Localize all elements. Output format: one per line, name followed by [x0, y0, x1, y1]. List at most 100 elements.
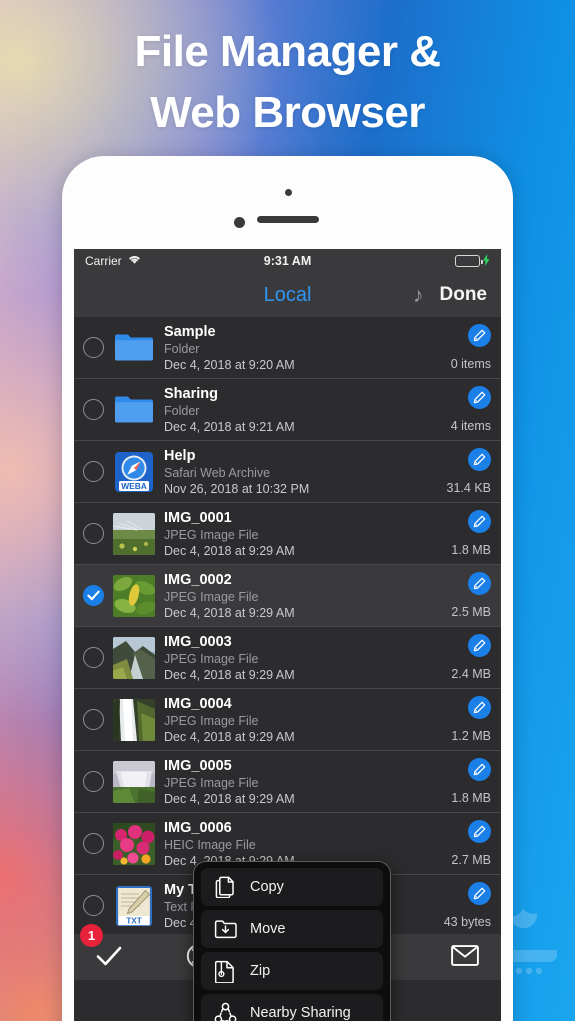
context-menu-item-copy[interactable]: Copy: [201, 868, 383, 906]
file-row-right: 4 items: [399, 385, 491, 434]
row-checkbox[interactable]: [83, 647, 104, 668]
move-folder-icon: [213, 918, 237, 940]
phone-screen: Carrier 9:31 AM Local ♪ Done Sample Fold…: [74, 249, 501, 1021]
file-row-right: 43 bytes: [399, 881, 491, 930]
row-edit-button[interactable]: [468, 385, 491, 409]
row-edit-button[interactable]: [468, 509, 491, 533]
zip-file-icon: [213, 960, 237, 983]
file-name: IMG_0001: [164, 509, 232, 526]
file-row-sharing[interactable]: Sharing Folder Dec 4, 2018 at 9:21 AM 4 …: [74, 379, 501, 441]
row-checkbox[interactable]: [83, 833, 104, 854]
photo-thumbnail-falls: [113, 760, 155, 803]
file-size: 2.5 MB: [451, 604, 491, 619]
front-camera-icon: [233, 217, 245, 228]
file-name: IMG_0002: [164, 571, 232, 588]
svg-text:TXT: TXT: [126, 916, 141, 925]
file-meta: Help Safari Web Archive Nov 26, 2018 at …: [164, 447, 399, 497]
carrier-label: Carrier: [85, 254, 122, 268]
file-row-img-0004[interactable]: IMG_0004 JPEG Image File Dec 4, 2018 at …: [74, 689, 501, 751]
file-kind: JPEG Image File: [164, 775, 259, 790]
file-row-right: 31.4 KB: [399, 447, 491, 496]
status-bar: Carrier 9:31 AM: [74, 249, 501, 273]
nearby-sharing-icon: [213, 1002, 237, 1021]
row-checkbox[interactable]: [83, 709, 104, 730]
lightning-bolt-icon: [483, 253, 490, 269]
context-menu-item-label: Zip: [250, 963, 271, 979]
earpiece-speaker-icon: [256, 216, 319, 223]
file-name: IMG_0006: [164, 819, 232, 836]
context-menu-item-move[interactable]: Move: [201, 910, 383, 948]
row-checkbox[interactable]: [83, 585, 104, 606]
row-edit-button[interactable]: [468, 447, 491, 471]
file-name: Sample: [164, 323, 216, 340]
file-name: IMG_0003: [164, 633, 232, 650]
context-menu-item-label: Copy: [250, 879, 284, 895]
copy-icon: [213, 876, 237, 898]
context-menu-item-nearby-sharing[interactable]: Nearby Sharing: [201, 994, 383, 1021]
photo-thumbnail-waterfall: [113, 698, 155, 741]
file-name: Help: [164, 447, 196, 464]
file-kind: HEIC Image File: [164, 837, 256, 852]
file-kind: JPEG Image File: [164, 651, 259, 666]
file-date: Dec 4, 2018 at 9:20 AM: [164, 357, 295, 372]
file-row-img-0005[interactable]: IMG_0005 JPEG Image File Dec 4, 2018 at …: [74, 751, 501, 813]
row-checkbox[interactable]: [83, 523, 104, 544]
file-date: Nov 26, 2018 at 10:32 PM: [164, 481, 310, 496]
svg-text:WEBA: WEBA: [121, 481, 147, 491]
row-checkbox[interactable]: [83, 337, 104, 358]
file-meta: Sample Folder Dec 4, 2018 at 9:20 AM: [164, 323, 399, 373]
music-note-icon[interactable]: ♪: [413, 285, 424, 306]
file-meta: IMG_0005 JPEG Image File Dec 4, 2018 at …: [164, 757, 399, 807]
file-kind: JPEG Image File: [164, 713, 259, 728]
row-edit-button[interactable]: [468, 323, 491, 347]
file-meta: IMG_0004 JPEG Image File Dec 4, 2018 at …: [164, 695, 399, 745]
file-date: Dec 4, 2018 at 9:29 AM: [164, 729, 295, 744]
context-menu-item-zip[interactable]: Zip: [201, 952, 383, 990]
phone-mockup: Carrier 9:31 AM Local ♪ Done Sample Fold…: [62, 156, 513, 1021]
file-list[interactable]: Sample Folder Dec 4, 2018 at 9:20 AM 0 i…: [74, 317, 501, 934]
file-size: 2.7 MB: [451, 852, 491, 867]
file-row-img-0002[interactable]: IMG_0002 JPEG Image File Dec 4, 2018 at …: [74, 565, 501, 627]
file-row-help[interactable]: WEBA Help Safari Web Archive Nov 26, 201…: [74, 441, 501, 503]
context-menu[interactable]: Copy Move Zip Nearby Sharing Open in Sav…: [193, 861, 391, 1021]
file-row-img-0003[interactable]: IMG_0003 JPEG Image File Dec 4, 2018 at …: [74, 627, 501, 689]
selection-count-badge: 1: [80, 924, 103, 947]
row-edit-button[interactable]: [468, 695, 491, 719]
text-file-icon: TXT: [113, 885, 155, 927]
row-checkbox[interactable]: [83, 771, 104, 792]
row-edit-button[interactable]: [468, 819, 491, 843]
envelope-icon: [451, 945, 479, 969]
row-edit-button[interactable]: [468, 633, 491, 657]
mail-button[interactable]: [451, 945, 479, 969]
wifi-icon: [127, 254, 142, 268]
battery-icon: [455, 255, 483, 267]
select-all-button[interactable]: [96, 945, 122, 970]
file-name: IMG_0004: [164, 695, 232, 712]
row-checkbox[interactable]: [83, 895, 104, 916]
row-edit-button[interactable]: [468, 757, 491, 781]
promo-headline-line-1: File Manager &: [134, 27, 441, 76]
checkmark-icon: [96, 945, 122, 970]
file-name: Sharing: [164, 385, 218, 402]
file-size: 0 items: [450, 356, 491, 371]
context-menu-item-label: Nearby Sharing: [250, 1005, 351, 1021]
file-size: 1.2 MB: [451, 728, 491, 743]
file-size: 2.4 MB: [451, 666, 491, 681]
file-name: IMG_0005: [164, 757, 232, 774]
photo-thumbnail-flowers: [113, 822, 155, 865]
file-meta: IMG_0001 JPEG Image File Dec 4, 2018 at …: [164, 509, 399, 559]
file-row-sample[interactable]: Sample Folder Dec 4, 2018 at 9:20 AM 0 i…: [74, 317, 501, 379]
file-size: 43 bytes: [443, 914, 491, 929]
file-kind: Folder: [164, 403, 200, 418]
file-kind: JPEG Image File: [164, 527, 259, 542]
row-edit-button[interactable]: [468, 881, 491, 905]
file-row-right: 2.4 MB: [399, 633, 491, 682]
folder-icon: [113, 389, 155, 431]
row-checkbox[interactable]: [83, 399, 104, 420]
file-size: 1.8 MB: [451, 542, 491, 557]
done-button[interactable]: Done: [440, 284, 488, 306]
file-row-img-0001[interactable]: IMG_0001 JPEG Image File Dec 4, 2018 at …: [74, 503, 501, 565]
row-checkbox[interactable]: [83, 461, 104, 482]
row-edit-button[interactable]: [468, 571, 491, 595]
file-kind: Safari Web Archive: [164, 465, 271, 480]
